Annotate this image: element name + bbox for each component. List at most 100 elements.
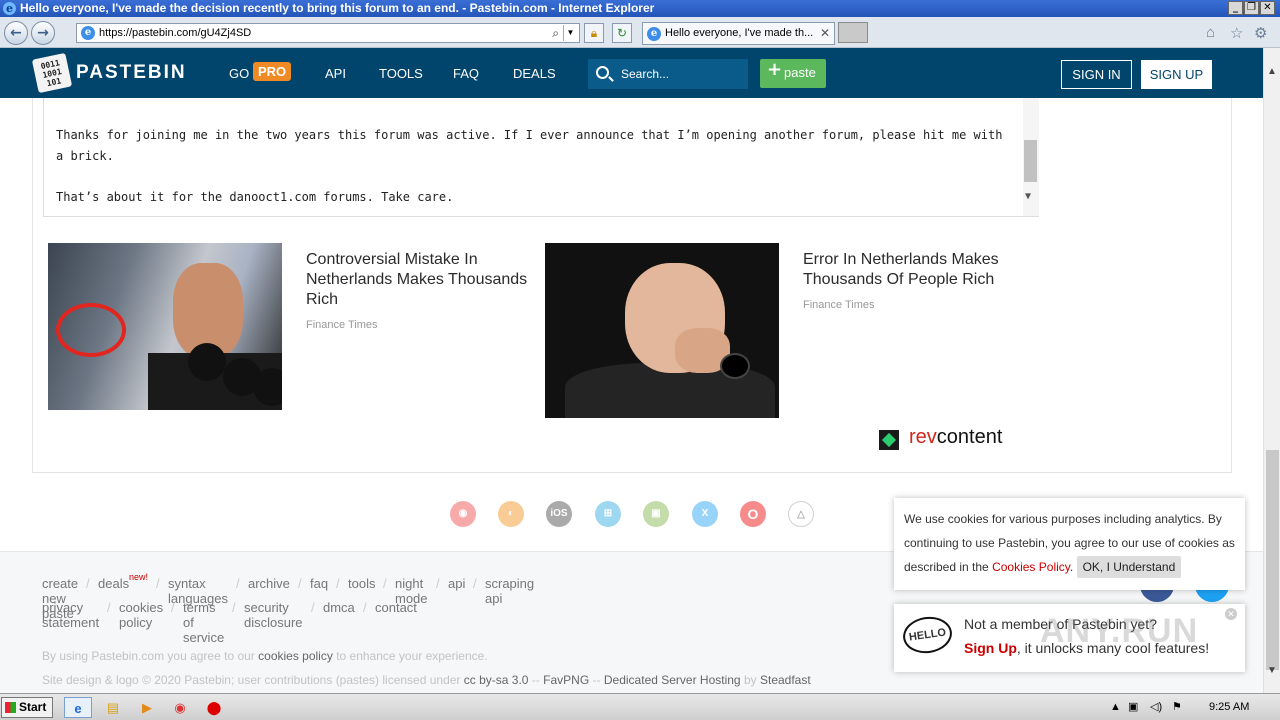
footer-link[interactable]: scraping api [485,576,534,606]
opera-icon[interactable]: O [740,501,766,527]
separator: / [236,576,240,591]
tab-title: Hello everyone, I've made th... [665,27,814,39]
lock-icon[interactable]: 🔒︎ [584,23,604,43]
android-icon[interactable]: ▣ [643,501,669,527]
separator: / [107,600,111,615]
refresh-icon[interactable]: ↻ [612,23,632,43]
tools-icon[interactable]: ⚙ [1254,24,1267,42]
ie-taskbar-icon[interactable]: e [64,697,92,718]
start-button[interactable]: Start [1,697,53,718]
cookie-accept-button[interactable]: OK, I Understand [1076,556,1182,578]
windows-icon[interactable]: ⊞ [595,501,621,527]
chevron-down-icon[interactable]: ▼ [1025,186,1031,207]
search-icon [596,66,609,79]
address-text: https://pastebin.com/gU4Zj4SD [99,27,252,39]
chevron-down-icon[interactable]: ▼ [1267,665,1277,676]
show-hidden-icons-icon[interactable]: ▲ [1110,697,1121,718]
footer-link[interactable]: faq [310,576,328,591]
cookies-policy-link[interactable]: cookies policy [258,649,333,663]
volume-icon[interactable]: ◁) [1150,697,1162,718]
footer-link[interactable]: terms of service [183,600,224,645]
footer-link[interactable]: dmca [323,600,355,615]
cookie-text: We use cookies for various purposes incl… [904,512,1235,574]
hello-badge-icon: HELLO [900,613,955,657]
watermark: ANY.RUN [1040,612,1199,650]
cookies-policy-link[interactable]: Cookies Policy [992,560,1070,574]
browser-toolbar: ← → e https://pastebin.com/gU4Zj4SD ⌕ ▼ … [0,17,1280,48]
nav-go[interactable]: GO [229,66,249,81]
close-tab-icon[interactable]: ✕ [820,23,830,44]
chrome-taskbar-icon[interactable]: ◉ [166,697,194,718]
search-placeholder: Search... [621,67,670,81]
separator: / [232,600,236,615]
sign-in-button[interactable]: SIGN IN [1061,60,1132,89]
back-icon[interactable]: ← [4,21,28,45]
code-scrollbar[interactable]: ▼ [1023,98,1039,216]
search-icon[interactable]: ⌕ [552,24,559,42]
hosting-link[interactable]: Dedicated Server Hosting [604,673,741,687]
footer-link[interactable]: contact [375,600,417,615]
chevron-down-icon[interactable]: ▼ [563,25,577,41]
ad-title[interactable]: Controversial Mistake In Netherlands Mak… [306,250,536,310]
ad-image[interactable] [48,243,282,410]
nav-faq[interactable]: FAQ [453,66,479,81]
window-title: Hello everyone, I've made the decision r… [20,1,655,15]
nav-deals[interactable]: DEALS [513,66,556,81]
favorites-icon[interactable]: ☆ [1230,24,1243,42]
steadfast-link[interactable]: Steadfast [760,673,811,687]
separator: / [171,600,175,615]
new-tab-button[interactable] [838,22,868,43]
footer-link[interactable]: privacy statement [42,600,99,630]
pro-badge[interactable]: PRO [253,62,292,81]
cookie-banner: We use cookies for various purposes incl… [894,498,1245,590]
license-link[interactable]: cc by-sa 3.0 [464,673,529,687]
footer-link[interactable]: security disclosure [244,600,303,630]
footer-cookie-note: By using Pastebin.com you agree to our c… [42,649,488,663]
opera-taskbar-icon[interactable]: ⬤ [200,697,228,718]
close-icon[interactable]: ✕ [1225,608,1237,620]
footer-link[interactable]: api [448,576,465,591]
ad-source: Finance Times [803,299,875,311]
footer-copyright: Site design & logo © 2020 Pastebin; user… [42,673,811,687]
scroll-thumb[interactable] [1024,140,1037,182]
nav-api[interactable]: API [325,66,346,81]
chrome-icon[interactable]: ◉ [450,501,476,527]
scroll-thumb[interactable] [1266,450,1279,670]
new-paste-button[interactable]: + paste [760,59,826,88]
minimize-button[interactable]: _ [1228,1,1243,15]
firefox-icon[interactable]: ◐ [498,501,524,527]
red-circle-annotation [56,303,126,357]
explorer-taskbar-icon[interactable]: ▤ [99,697,127,718]
favpng-link[interactable]: FavPNG [543,673,589,687]
nav-tools[interactable]: TOOLS [379,66,423,81]
home-icon[interactable]: ⌂ [1206,24,1215,41]
maximize-button[interactable]: ❐ [1244,1,1259,15]
revcontent-icon [879,430,899,450]
ios-icon[interactable]: iOS [546,501,572,527]
search-input[interactable]: Search... [588,59,748,89]
close-window-button[interactable]: ✕ [1260,1,1275,15]
page-scrollbar[interactable]: ▲ ▼ [1263,48,1280,693]
chevron-up-icon[interactable]: ▲ [1267,66,1277,77]
network-icon[interactable]: ▣ [1128,697,1138,718]
footer-link[interactable]: archive [248,576,290,591]
linux-icon[interactable]: △ [788,501,814,527]
site-header: 0011 1001 101 PASTEBIN GO PRO API TOOLS FA… [0,48,1263,98]
pastebin-logo-icon[interactable]: 0011 1001 101 [31,52,73,94]
forward-icon[interactable]: → [31,21,55,45]
separator: / [311,600,315,615]
tab-active[interactable]: e Hello everyone, I've made th... ✕ [642,22,835,45]
ad-title[interactable]: Error In Netherlands Makes Thousands Of … [803,250,1033,290]
footer-link[interactable]: deals [98,576,129,591]
footer-link[interactable]: cookies policy [119,600,163,630]
sign-up-link[interactable]: Sign Up [964,640,1017,656]
brand-name[interactable]: PASTEBIN [76,62,187,84]
media-player-icon[interactable]: ▶ [133,697,161,718]
footer-link[interactable]: tools [348,576,375,591]
flag-icon[interactable]: ⚑ [1172,697,1182,718]
sign-up-button[interactable]: SIGN UP [1141,60,1212,89]
address-bar[interactable]: e https://pastebin.com/gU4Zj4SD ⌕ ▼ [76,23,580,43]
paste-content[interactable]: Thanks for joining me in the two years t… [43,98,1039,217]
twitter-icon[interactable]: X [692,501,718,527]
ad-image[interactable] [545,243,779,418]
